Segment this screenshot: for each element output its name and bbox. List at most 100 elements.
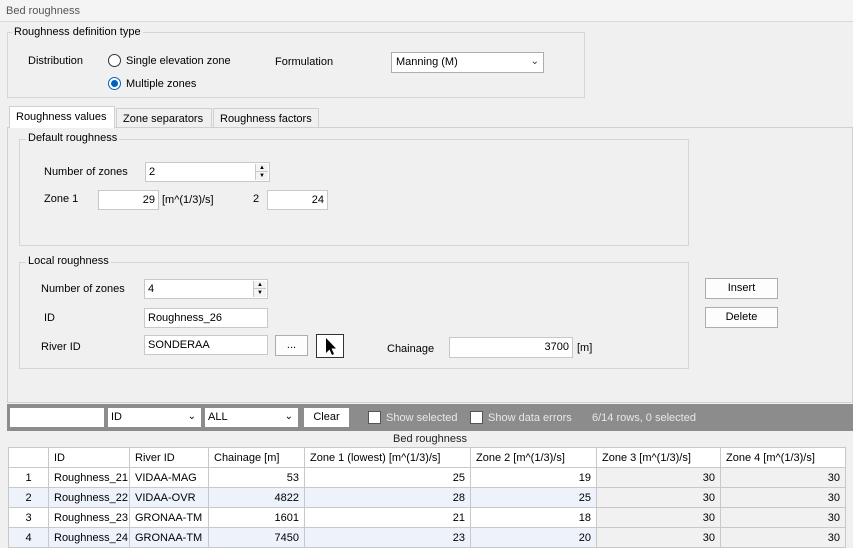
local-zones-label: Number of zones bbox=[41, 283, 125, 295]
chevron-down-icon: ⌄ bbox=[284, 411, 293, 422]
table-row[interactable]: 4 Roughness_24 GRONAA-TM 7450 23 20 30 3… bbox=[8, 527, 846, 548]
cell-id[interactable]: Roughness_21 bbox=[48, 467, 130, 488]
cell-river-id[interactable]: GRONAA-TM bbox=[129, 527, 209, 548]
default-zones-spin[interactable]: ▲ ▼ bbox=[255, 164, 268, 180]
bed-roughness-table: ID River ID Chainage [m] Zone 1 (lowest)… bbox=[8, 447, 846, 548]
chevron-down-icon: ⌄ bbox=[187, 411, 196, 422]
spin-down-icon[interactable]: ▼ bbox=[256, 172, 268, 180]
single-zone-radio[interactable] bbox=[108, 54, 121, 67]
show-errors-label[interactable]: Show data errors bbox=[488, 412, 572, 424]
local-zones-stepper[interactable]: 4 ▲ ▼ bbox=[144, 279, 268, 299]
row-number[interactable]: 2 bbox=[8, 487, 49, 508]
table-row[interactable]: 2 Roughness_22 VIDAA-OVR 4822 28 25 30 3… bbox=[8, 487, 846, 508]
cell-zone4[interactable]: 30 bbox=[720, 527, 846, 548]
table-row[interactable]: 1 Roughness_21 VIDAA-MAG 53 25 19 30 30 bbox=[8, 467, 846, 488]
zone1-input[interactable]: 29 bbox=[98, 190, 159, 210]
default-zones-value: 2 bbox=[149, 166, 156, 178]
column-header[interactable]: ID bbox=[48, 447, 130, 468]
window-title: Bed roughness bbox=[0, 0, 853, 22]
definition-group-title: Roughness definition type bbox=[12, 26, 143, 38]
river-id-input[interactable]: SONDERAA bbox=[144, 335, 268, 355]
cell-zone3[interactable]: 30 bbox=[596, 507, 721, 528]
multiple-zones-radio[interactable] bbox=[108, 77, 121, 90]
cell-chainage[interactable]: 53 bbox=[208, 467, 305, 488]
column-header[interactable]: Zone 4 [m^(1/3)/s] bbox=[720, 447, 846, 468]
cell-river-id[interactable]: VIDAA-OVR bbox=[129, 487, 209, 508]
cell-chainage[interactable]: 4822 bbox=[208, 487, 305, 508]
cell-zone3[interactable]: 30 bbox=[596, 527, 721, 548]
cell-zone4[interactable]: 30 bbox=[720, 467, 846, 488]
cell-zone2[interactable]: 20 bbox=[470, 527, 597, 548]
cell-zone1[interactable]: 28 bbox=[304, 487, 471, 508]
cell-zone3[interactable]: 30 bbox=[596, 467, 721, 488]
local-zones-spin[interactable]: ▲ ▼ bbox=[253, 281, 266, 297]
cell-river-id[interactable]: VIDAA-MAG bbox=[129, 467, 209, 488]
column-header[interactable]: River ID bbox=[129, 447, 209, 468]
id-input[interactable]: Roughness_26 bbox=[144, 308, 268, 328]
field-select-value: ID bbox=[111, 411, 122, 423]
tab-roughness-factors[interactable]: Roughness factors bbox=[213, 108, 319, 128]
default-zones-label: Number of zones bbox=[44, 166, 128, 178]
cell-zone4[interactable]: 30 bbox=[720, 487, 846, 508]
browse-river-button[interactable]: ... bbox=[275, 335, 308, 356]
formulation-label: Formulation bbox=[275, 56, 334, 68]
delete-button[interactable]: Delete bbox=[705, 307, 778, 328]
cell-zone1[interactable]: 25 bbox=[304, 467, 471, 488]
cell-chainage[interactable]: 1601 bbox=[208, 507, 305, 528]
spin-up-icon[interactable]: ▲ bbox=[256, 164, 268, 172]
show-selected-checkbox[interactable] bbox=[368, 411, 381, 424]
pick-on-map-button[interactable] bbox=[316, 334, 344, 358]
cell-zone4[interactable]: 30 bbox=[720, 507, 846, 528]
zone-unit-label: [m^(1/3)/s] bbox=[162, 194, 214, 206]
zone2-label: 2 bbox=[253, 193, 260, 205]
default-zones-stepper[interactable]: 2 ▲ ▼ bbox=[145, 162, 270, 182]
cell-zone2[interactable]: 25 bbox=[470, 487, 597, 508]
cell-zone1[interactable]: 23 bbox=[304, 527, 471, 548]
table-band-title: Bed roughness bbox=[7, 431, 853, 447]
insert-button[interactable]: Insert bbox=[705, 278, 778, 299]
cell-id[interactable]: Roughness_22 bbox=[48, 487, 130, 508]
local-zones-value: 4 bbox=[148, 283, 155, 295]
cell-zone1[interactable]: 21 bbox=[304, 507, 471, 528]
search-input[interactable] bbox=[9, 407, 105, 428]
column-header[interactable]: Zone 2 [m^(1/3)/s] bbox=[470, 447, 597, 468]
tab-zone-separators[interactable]: Zone separators bbox=[116, 108, 212, 128]
formulation-value: Manning (M) bbox=[396, 56, 458, 68]
row-number[interactable]: 1 bbox=[8, 467, 49, 488]
multiple-zones-label[interactable]: Multiple zones bbox=[126, 78, 196, 90]
chainage-label: Chainage bbox=[387, 343, 435, 355]
table-row[interactable]: 3 Roughness_23 GRONAA-TM 1601 21 18 30 3… bbox=[8, 507, 846, 528]
chevron-down-icon: ⌄ bbox=[530, 56, 539, 67]
spin-up-icon[interactable]: ▲ bbox=[254, 281, 266, 289]
filter-select-value: ALL bbox=[208, 411, 228, 423]
filter-select[interactable]: ALL ⌄ bbox=[204, 407, 299, 428]
cell-zone2[interactable]: 18 bbox=[470, 507, 597, 528]
spin-down-icon[interactable]: ▼ bbox=[254, 289, 266, 297]
column-header[interactable] bbox=[8, 447, 49, 468]
column-header[interactable]: Zone 1 (lowest) [m^(1/3)/s] bbox=[304, 447, 471, 468]
row-number[interactable]: 3 bbox=[8, 507, 49, 528]
cell-zone3[interactable]: 30 bbox=[596, 487, 721, 508]
column-header[interactable]: Chainage [m] bbox=[208, 447, 305, 468]
cell-id[interactable]: Roughness_24 bbox=[48, 527, 130, 548]
tab-roughness-values[interactable]: Roughness values bbox=[9, 106, 115, 128]
show-selected-label[interactable]: Show selected bbox=[386, 412, 458, 424]
single-zone-label[interactable]: Single elevation zone bbox=[126, 55, 231, 67]
clear-button[interactable]: Clear bbox=[303, 407, 350, 428]
show-errors-checkbox[interactable] bbox=[470, 411, 483, 424]
table-header-row: ID River ID Chainage [m] Zone 1 (lowest)… bbox=[8, 447, 846, 468]
column-header[interactable]: Zone 3 [m^(1/3)/s] bbox=[596, 447, 721, 468]
cell-zone2[interactable]: 19 bbox=[470, 467, 597, 488]
row-number[interactable]: 4 bbox=[8, 527, 49, 548]
cursor-icon bbox=[326, 338, 336, 355]
cell-chainage[interactable]: 7450 bbox=[208, 527, 305, 548]
chainage-unit: [m] bbox=[577, 342, 593, 354]
zone1-label: Zone 1 bbox=[44, 193, 79, 205]
chainage-input[interactable]: 3700 bbox=[449, 337, 573, 358]
default-roughness-title: Default roughness bbox=[26, 132, 120, 144]
cell-river-id[interactable]: GRONAA-TM bbox=[129, 507, 209, 528]
zone2-input[interactable]: 24 bbox=[267, 190, 328, 210]
formulation-select[interactable]: Manning (M) ⌄ bbox=[391, 52, 544, 73]
field-select[interactable]: ID ⌄ bbox=[107, 407, 202, 428]
cell-id[interactable]: Roughness_23 bbox=[48, 507, 130, 528]
